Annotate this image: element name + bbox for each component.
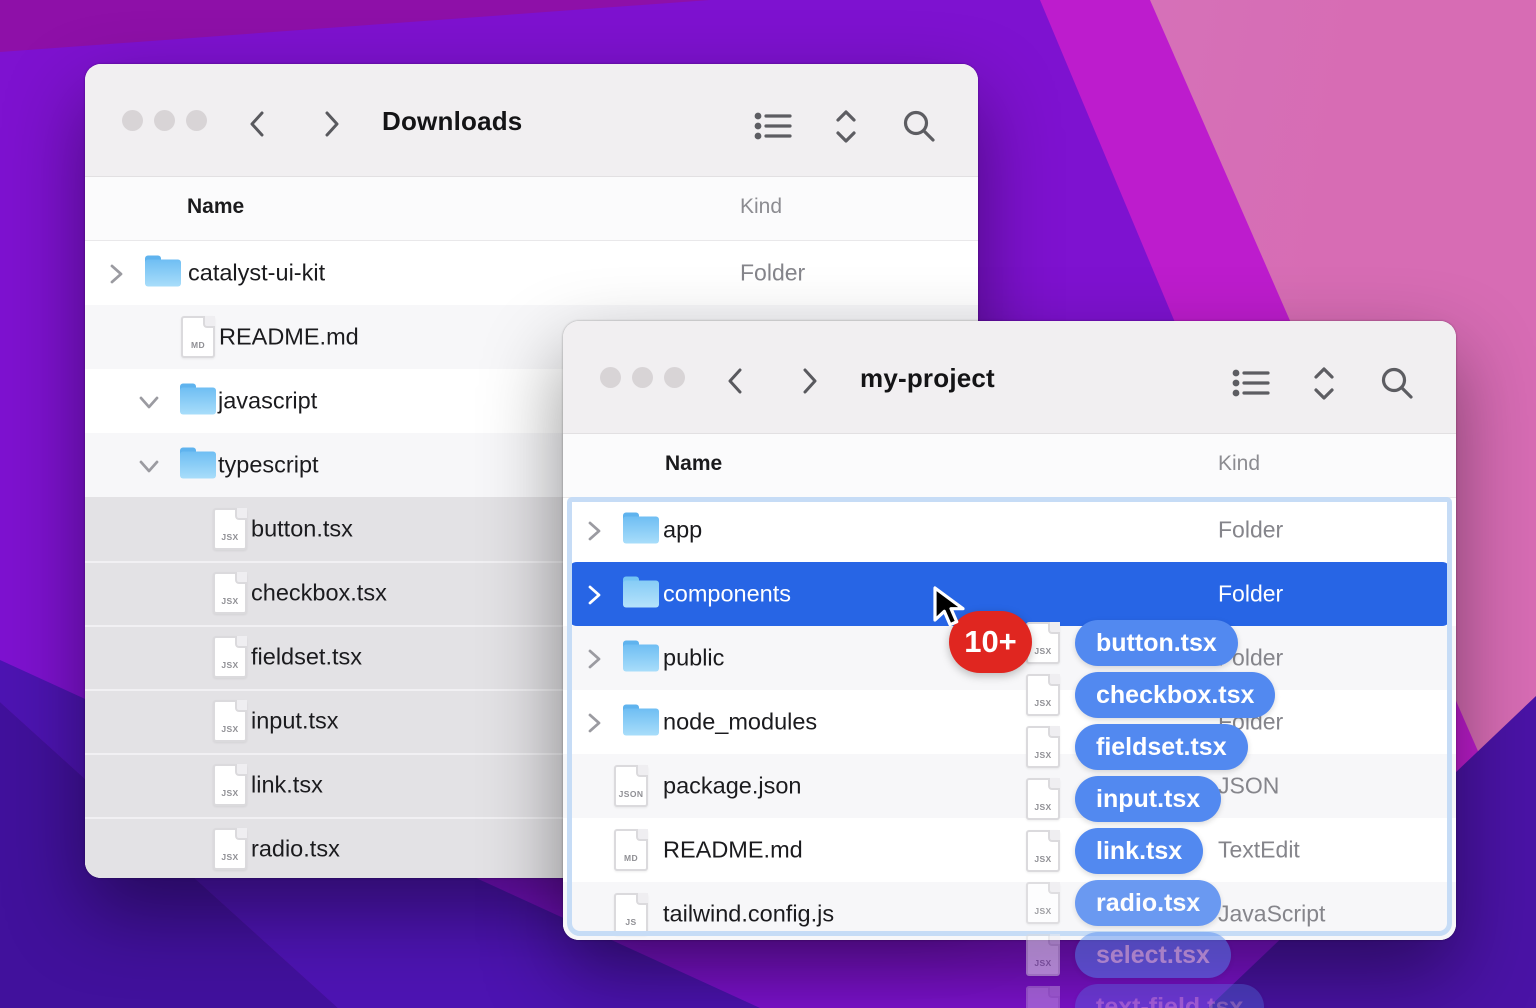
file-name: radio.tsx bbox=[251, 836, 340, 863]
document-icon: JS bbox=[614, 893, 648, 935]
my-project-titlebar[interactable]: my-project bbox=[563, 321, 1456, 434]
forward-button[interactable] bbox=[796, 365, 822, 397]
file-row-public[interactable]: public Folder bbox=[563, 626, 1456, 690]
disclosure-chevron-icon[interactable] bbox=[586, 712, 602, 732]
column-header-kind[interactable]: Kind bbox=[1218, 452, 1260, 476]
file-name: README.md bbox=[663, 837, 803, 864]
disclosure-chevron-icon[interactable] bbox=[141, 455, 157, 475]
file-row-app[interactable]: app Folder bbox=[563, 498, 1456, 562]
search-icon[interactable] bbox=[900, 108, 938, 151]
disclosure-chevron-icon[interactable] bbox=[586, 520, 602, 540]
traffic-light-close-button[interactable] bbox=[122, 110, 143, 131]
file-name: app bbox=[663, 517, 702, 544]
file-row-node-modules[interactable]: node_modules Folder bbox=[563, 690, 1456, 754]
file-name: public bbox=[663, 645, 724, 672]
folder-icon bbox=[145, 260, 181, 287]
file-name: node_modules bbox=[663, 709, 817, 736]
file-row-tailwind-config[interactable]: JS tailwind.config.js JavaScript bbox=[563, 882, 1456, 940]
document-icon: JSX bbox=[213, 572, 247, 614]
my-project-file-list: app Folder components Folder public Fold… bbox=[563, 498, 1456, 940]
file-kind: Folder bbox=[1218, 581, 1283, 608]
downloads-titlebar[interactable]: Downloads bbox=[85, 64, 978, 177]
back-button[interactable] bbox=[245, 108, 271, 140]
file-row-readme[interactable]: MD README.md TextEdit bbox=[563, 818, 1456, 882]
chevron-left-icon bbox=[252, 113, 262, 135]
file-name: catalyst-ui-kit bbox=[188, 260, 325, 287]
file-kind: Folder bbox=[1218, 517, 1283, 544]
file-name: link.tsx bbox=[251, 772, 323, 799]
traffic-light-close-button[interactable] bbox=[600, 367, 621, 388]
chevron-left-icon bbox=[730, 370, 740, 392]
file-name: checkbox.tsx bbox=[251, 580, 387, 607]
forward-button[interactable] bbox=[318, 108, 344, 140]
file-name: README.md bbox=[219, 324, 359, 351]
folder-icon bbox=[623, 581, 659, 608]
traffic-light-zoom-button[interactable] bbox=[664, 367, 685, 388]
document-icon: JSX bbox=[1026, 934, 1060, 976]
search-icon[interactable] bbox=[1378, 365, 1416, 408]
file-name: components bbox=[663, 581, 791, 608]
file-row-components-drop-target[interactable]: components Folder bbox=[563, 562, 1456, 626]
window-title: my-project bbox=[860, 363, 995, 394]
document-icon: JSX bbox=[213, 700, 247, 742]
document-icon: JSX bbox=[213, 764, 247, 806]
file-kind: Folder bbox=[1218, 709, 1283, 736]
file-kind: Folder bbox=[740, 260, 805, 287]
chevron-right-icon bbox=[327, 113, 337, 135]
file-name: fieldset.tsx bbox=[251, 644, 362, 671]
list-view-icon[interactable] bbox=[754, 108, 794, 149]
chevron-right-icon bbox=[805, 370, 815, 392]
file-name: package.json bbox=[663, 773, 802, 800]
file-name: javascript bbox=[218, 388, 317, 415]
file-name: input.tsx bbox=[251, 708, 339, 735]
disclosure-chevron-icon[interactable] bbox=[586, 584, 602, 604]
document-icon: JSX bbox=[213, 508, 247, 550]
traffic-light-zoom-button[interactable] bbox=[186, 110, 207, 131]
disclosure-chevron-icon[interactable] bbox=[141, 391, 157, 411]
file-name: tailwind.config.js bbox=[663, 901, 834, 928]
column-header-kind[interactable]: Kind bbox=[740, 195, 782, 219]
folder-icon bbox=[623, 645, 659, 672]
document-icon: JSX bbox=[1026, 986, 1060, 1008]
folder-icon bbox=[623, 709, 659, 736]
downloads-column-header: Name Kind bbox=[85, 177, 978, 241]
document-icon: MD bbox=[181, 316, 215, 358]
folder-icon bbox=[180, 452, 216, 479]
traffic-light-minimize-button[interactable] bbox=[154, 110, 175, 131]
my-project-column-header: Name Kind bbox=[563, 434, 1456, 498]
file-name: button.tsx bbox=[251, 516, 353, 543]
file-kind: JavaScript bbox=[1218, 901, 1325, 928]
file-kind: Folder bbox=[1218, 645, 1283, 672]
document-icon: MD bbox=[614, 829, 648, 871]
document-icon: JSX bbox=[213, 636, 247, 678]
back-button[interactable] bbox=[723, 365, 749, 397]
folder-icon bbox=[180, 388, 216, 415]
window-title: Downloads bbox=[382, 106, 522, 137]
sort-icon[interactable] bbox=[832, 108, 860, 151]
folder-icon bbox=[623, 517, 659, 544]
column-header-name[interactable]: Name bbox=[187, 195, 244, 219]
file-name: typescript bbox=[218, 452, 319, 479]
window-my-project: my-project Name Kind app Folder componen… bbox=[563, 321, 1456, 940]
sort-icon[interactable] bbox=[1310, 365, 1338, 408]
disclosure-chevron-icon[interactable] bbox=[586, 648, 602, 668]
file-kind: JSON bbox=[1218, 773, 1279, 800]
traffic-light-minimize-button[interactable] bbox=[632, 367, 653, 388]
file-row-package-json[interactable]: JSON package.json JSON bbox=[563, 754, 1456, 818]
list-view-icon[interactable] bbox=[1232, 365, 1272, 406]
document-icon: JSON bbox=[614, 765, 648, 807]
disclosure-chevron-icon[interactable] bbox=[108, 263, 124, 283]
file-kind: TextEdit bbox=[1218, 837, 1300, 864]
drag-item: JSX text-field.tsx bbox=[1026, 984, 1264, 1008]
document-icon: JSX bbox=[213, 828, 247, 870]
drag-pill: text-field.tsx bbox=[1075, 984, 1264, 1008]
column-header-name[interactable]: Name bbox=[665, 452, 722, 476]
file-row-catalyst-ui-kit[interactable]: catalyst-ui-kit Folder bbox=[85, 241, 978, 305]
